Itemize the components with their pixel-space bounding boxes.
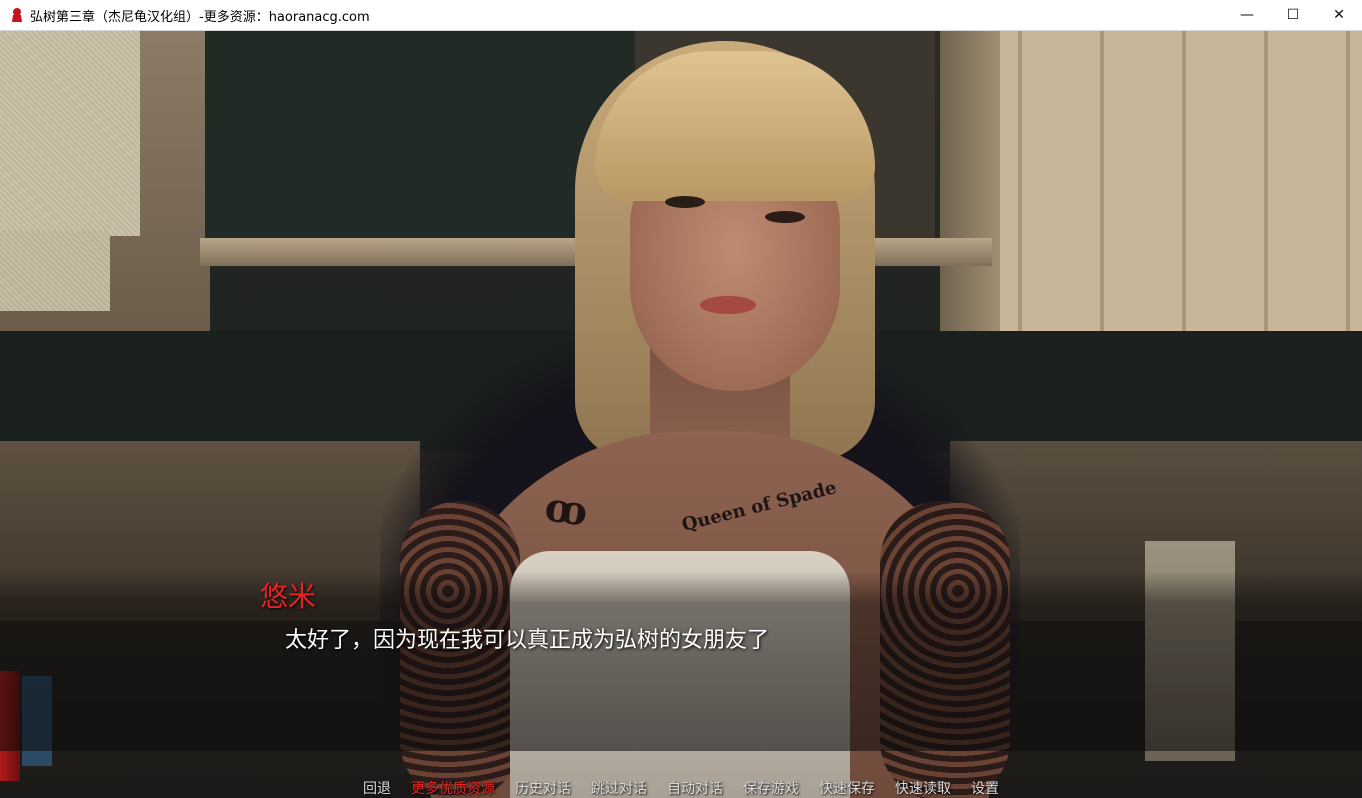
quick-menu-quick-load[interactable]: 快速读取 — [895, 778, 951, 798]
window-controls: — ☐ ✕ — [1224, 0, 1362, 30]
upper-cabinet — [205, 31, 635, 241]
maximize-icon: ☐ — [1286, 7, 1300, 23]
character-eye — [665, 196, 705, 208]
cabinet-edge — [940, 31, 1000, 331]
app-icon — [10, 6, 24, 24]
dialogue-text: 太好了，因为现在我可以真正成为弘树的女朋友了 — [285, 628, 770, 653]
window-titlebar[interactable]: 弘树第三章（杰尼龟汉化组）-更多资源：haoranacg.com — ☐ ✕ — [0, 0, 1362, 31]
dialogue-box[interactable] — [0, 571, 1362, 751]
speaker-name: 悠米 — [260, 580, 317, 613]
quick-menu-history[interactable]: 历史对话 — [515, 778, 571, 798]
quick-menu-save[interactable]: 保存游戏 — [743, 778, 799, 798]
paper-note — [0, 231, 110, 311]
tattoo-knot-icon: ꝏ — [541, 483, 591, 536]
quick-menu-quick-save[interactable]: 快速保存 — [819, 778, 875, 798]
character-eye — [765, 211, 805, 223]
maximize-button[interactable]: ☐ — [1270, 0, 1316, 30]
quick-menu-auto[interactable]: 自动对话 — [667, 778, 723, 798]
close-button[interactable]: ✕ — [1316, 0, 1362, 30]
quick-menu-rollback[interactable]: 回退 — [363, 778, 391, 798]
close-icon: ✕ — [1333, 7, 1345, 23]
quick-menu-more-resources[interactable]: 更多优质资源 — [411, 778, 495, 798]
quick-menu-skip[interactable]: 跳过对话 — [591, 778, 647, 798]
quick-menu-settings[interactable]: 设置 — [971, 778, 999, 798]
minimize-icon: — — [1240, 7, 1254, 23]
quick-menu: 回退 更多优质资源 历史对话 跳过对话 自动对话 保存游戏 快速保存 快速读取 … — [0, 777, 1362, 798]
paper-note — [0, 31, 140, 236]
window-title: 弘树第三章（杰尼龟汉化组）-更多资源：haoranacg.com — [30, 9, 370, 25]
cabinet-door — [940, 31, 1362, 331]
minimize-button[interactable]: — — [1224, 0, 1270, 30]
character-lips — [700, 296, 756, 314]
